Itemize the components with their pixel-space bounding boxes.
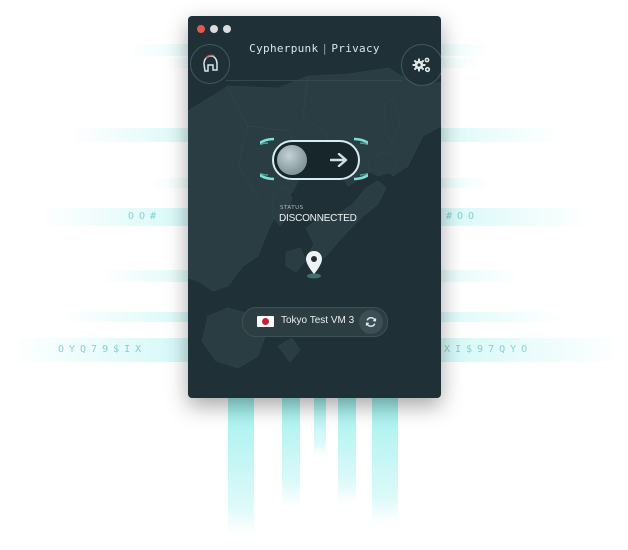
- gears-icon: [412, 57, 431, 73]
- title-separator: |: [321, 42, 329, 55]
- app-window: Cypherpunk | Privacy STATUS DISCONNECTED…: [188, 16, 441, 398]
- connect-toggle-area: [260, 135, 368, 183]
- title-brand: Cypherpunk: [249, 42, 319, 55]
- bg-glyphs-right-lower: XI$97QYO: [444, 344, 533, 355]
- map-pin-icon: [306, 251, 322, 279]
- bg-vstreak: [228, 396, 254, 534]
- bg-glyphs-right-upper: #OO: [446, 211, 480, 222]
- close-window-button[interactable]: [197, 25, 205, 33]
- bg-vstreak: [282, 396, 300, 506]
- refresh-server-button[interactable]: [359, 310, 383, 334]
- connect-toggle[interactable]: [272, 140, 360, 180]
- bg-vstreak: [314, 396, 326, 456]
- flag-sun: [262, 318, 269, 325]
- bg-vstreak: [338, 396, 356, 504]
- toggle-knob[interactable]: [277, 145, 307, 175]
- server-name: Tokyo Test VM 3: [281, 315, 355, 326]
- settings-button[interactable]: [401, 44, 441, 86]
- connection-status: DISCONNECTED: [279, 213, 357, 224]
- title-product: Privacy: [331, 42, 380, 55]
- spartan-helmet-icon: [203, 54, 218, 72]
- account-button[interactable]: [190, 44, 230, 84]
- bg-glyphs-left-upper: OO#: [128, 211, 162, 222]
- status-label: STATUS: [280, 205, 304, 211]
- arrow-right-icon: [330, 153, 348, 167]
- bg-glyphs-left-lower: OYQ79$IX: [58, 344, 147, 355]
- maximize-window-button[interactable]: [223, 25, 231, 33]
- minimize-window-button[interactable]: [210, 25, 218, 33]
- bg-vstreak: [372, 396, 398, 524]
- server-selector[interactable]: Tokyo Test VM 3: [242, 307, 388, 337]
- refresh-icon: [365, 317, 377, 327]
- header-divider: [226, 80, 402, 81]
- japan-flag-icon: [257, 316, 274, 327]
